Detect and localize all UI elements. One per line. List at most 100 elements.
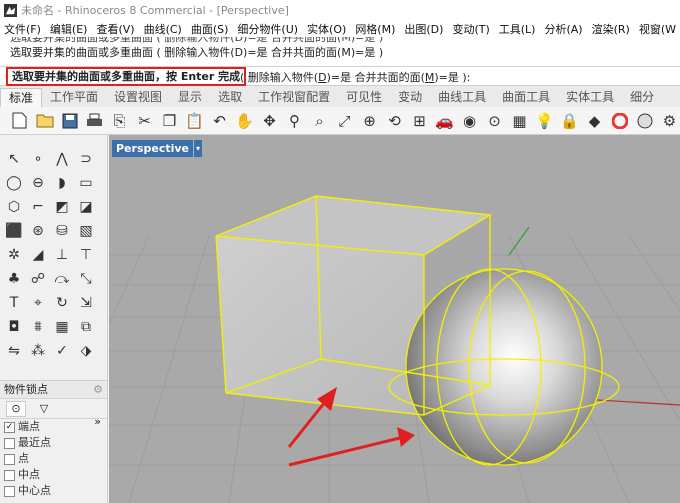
menu-analyze[interactable]: 分析(A) [544,21,582,37]
cut-icon[interactable]: ✂ [135,111,154,130]
polygon-icon[interactable]: ⬡ [4,197,24,217]
rectangle-icon[interactable]: ▭ [76,173,96,193]
light-bulb-icon[interactable]: 💡 [535,111,554,130]
zoom-selected-icon[interactable]: ⊕ [360,111,379,130]
tab-subd[interactable]: 细分 [622,88,662,107]
split-icon[interactable]: ⊤ [76,245,96,265]
group-icon[interactable]: ⧉ [76,317,96,337]
cylinder-icon[interactable]: ⛁ [52,221,72,241]
command-line[interactable]: 选取要并集的曲面或多重曲面，按 Enter 完成 ( 删除输入物件(D)=是 合… [0,66,680,86]
analyze-icon[interactable]: ⁂ [28,341,48,361]
save-icon[interactable] [60,111,79,130]
explode-icon[interactable]: ☍ [28,269,48,289]
select-arrow-icon[interactable]: ↖ [4,149,24,169]
polyline-icon[interactable]: ⋀ [52,149,72,169]
offset-icon[interactable]: ⤼ [52,269,72,289]
checkbox[interactable] [4,437,15,449]
text-icon[interactable]: T [4,293,24,313]
join-icon[interactable]: ♣ [4,269,24,289]
new-file-icon[interactable] [10,111,29,130]
tab-osnap-points[interactable]: ⊙ [6,400,26,417]
block-icon[interactable]: ◘ [4,317,24,337]
tab-select[interactable]: 选取 [210,88,250,107]
paste-icon[interactable]: 📋 [185,111,204,130]
menu-edit[interactable]: 编辑(E) [50,21,88,37]
render-sphere-icon[interactable] [635,111,654,130]
tab-visibility[interactable]: 可见性 [338,88,390,107]
gear-icon[interactable]: ⚙ [93,381,103,398]
zoom-icon[interactable]: ⚲ [285,111,304,130]
curve-icon[interactable]: ⊃ [76,149,96,169]
check-icon[interactable]: ✓ [52,341,72,361]
rotate-view-icon[interactable]: ✥ [260,111,279,130]
menu-subd[interactable]: 细分物件(U) [237,21,298,37]
menu-render[interactable]: 渲染(R) [592,21,630,37]
open-folder-icon[interactable] [35,111,54,130]
arc-icon[interactable]: ◗ [52,173,72,193]
osnap-end[interactable]: ✓ 端点 [0,419,107,435]
grid-array-icon[interactable]: ▦ [52,317,72,337]
menu-surface[interactable]: 曲面(S) [191,21,229,37]
tab-osnap-filter[interactable]: ▽ [34,401,54,417]
checkbox-checked[interactable]: ✓ [4,421,15,433]
option-merge-coplanar[interactable]: 合并共面的面(M)=是 ): [351,71,471,84]
tab-display[interactable]: 显示 [170,88,210,107]
color-wheel-icon[interactable] [610,111,629,130]
undo-icon[interactable]: ↶ [210,111,229,130]
ellipse-icon[interactable]: ⊖ [28,173,48,193]
tab-viewport-layout[interactable]: 工作视窗配置 [250,88,338,107]
tab-set-view[interactable]: 设置视图 [106,88,170,107]
viewport-tab[interactable]: Perspective ▾ [112,140,203,157]
options-icon[interactable]: ⚙ [660,111,679,130]
viewport-layout-icon[interactable]: ⊞ [410,111,429,130]
surface-corner-icon[interactable]: ◩ [52,197,72,217]
tab-cplanes[interactable]: 工作平面 [42,88,106,107]
pan-hand-icon[interactable]: ✋ [235,111,254,130]
menu-tools[interactable]: 工具(L) [499,21,536,37]
subd-icon[interactable]: ✲ [4,245,24,265]
undo-view-icon[interactable]: ⟲ [385,111,404,130]
surface-edge-icon[interactable]: ◪ [76,197,96,217]
tab-transform[interactable]: 变动 [390,88,430,107]
menu-mesh[interactable]: 网格(M) [355,21,395,37]
material-icon[interactable]: ◆ [585,111,604,130]
tab-solid-tools[interactable]: 实体工具 [558,88,622,107]
scale-icon[interactable]: ⇲ [76,293,96,313]
menu-view[interactable]: 查看(V) [96,21,134,37]
osnap-point[interactable]: 点 [0,451,107,467]
box-solid-icon[interactable]: ⬛ [4,221,24,241]
print-icon[interactable] [85,111,104,130]
checkbox[interactable] [4,453,15,465]
menu-file[interactable]: 文件(F) [4,21,41,37]
boolean-icon[interactable]: ⊛ [28,221,48,241]
menu-curve[interactable]: 曲线(C) [144,21,182,37]
snap-icon[interactable]: ⊙ [485,111,504,130]
extrude-icon[interactable]: ◢ [28,245,48,265]
fillet-icon[interactable]: ⌐ [28,197,48,217]
car-icon[interactable]: 🚗 [435,111,454,130]
zoom-extents-icon[interactable]: ⤢ [335,111,354,130]
osnap-near[interactable]: 最近点 [0,435,107,451]
circle-icon[interactable]: ◯ [4,173,24,193]
menu-window[interactable]: 视窗(W [639,21,676,37]
menu-transform[interactable]: 变动(T) [452,21,489,37]
tab-curve-tools[interactable]: 曲线工具 [430,88,494,107]
copy-icon[interactable]: ❐ [160,111,179,130]
mirror-icon[interactable]: ⇋ [4,341,24,361]
select-filter-icon[interactable]: ▦ [510,111,529,130]
checkbox[interactable] [4,469,15,481]
render-icon[interactable]: ⬗ [76,341,96,361]
perspective-viewport[interactable] [109,135,680,503]
osnap-center[interactable]: 中心点 [0,483,107,499]
chevron-down-icon[interactable]: ▾ [193,140,203,157]
trim-icon[interactable]: ⊥ [52,245,72,265]
display-mode-icon[interactable]: ◉ [460,111,479,130]
mesh-icon[interactable]: ▧ [76,221,96,241]
array-icon[interactable]: ⩩ [28,317,48,337]
menu-solid[interactable]: 实体(O) [307,21,346,37]
rotate-icon[interactable]: ↻ [52,293,72,313]
lock-icon[interactable]: 🔒 [560,111,579,130]
menu-dimension[interactable]: 出图(D) [404,21,443,37]
dimension-icon[interactable]: ⌖ [28,293,48,313]
point-icon[interactable]: ∘ [28,149,48,169]
